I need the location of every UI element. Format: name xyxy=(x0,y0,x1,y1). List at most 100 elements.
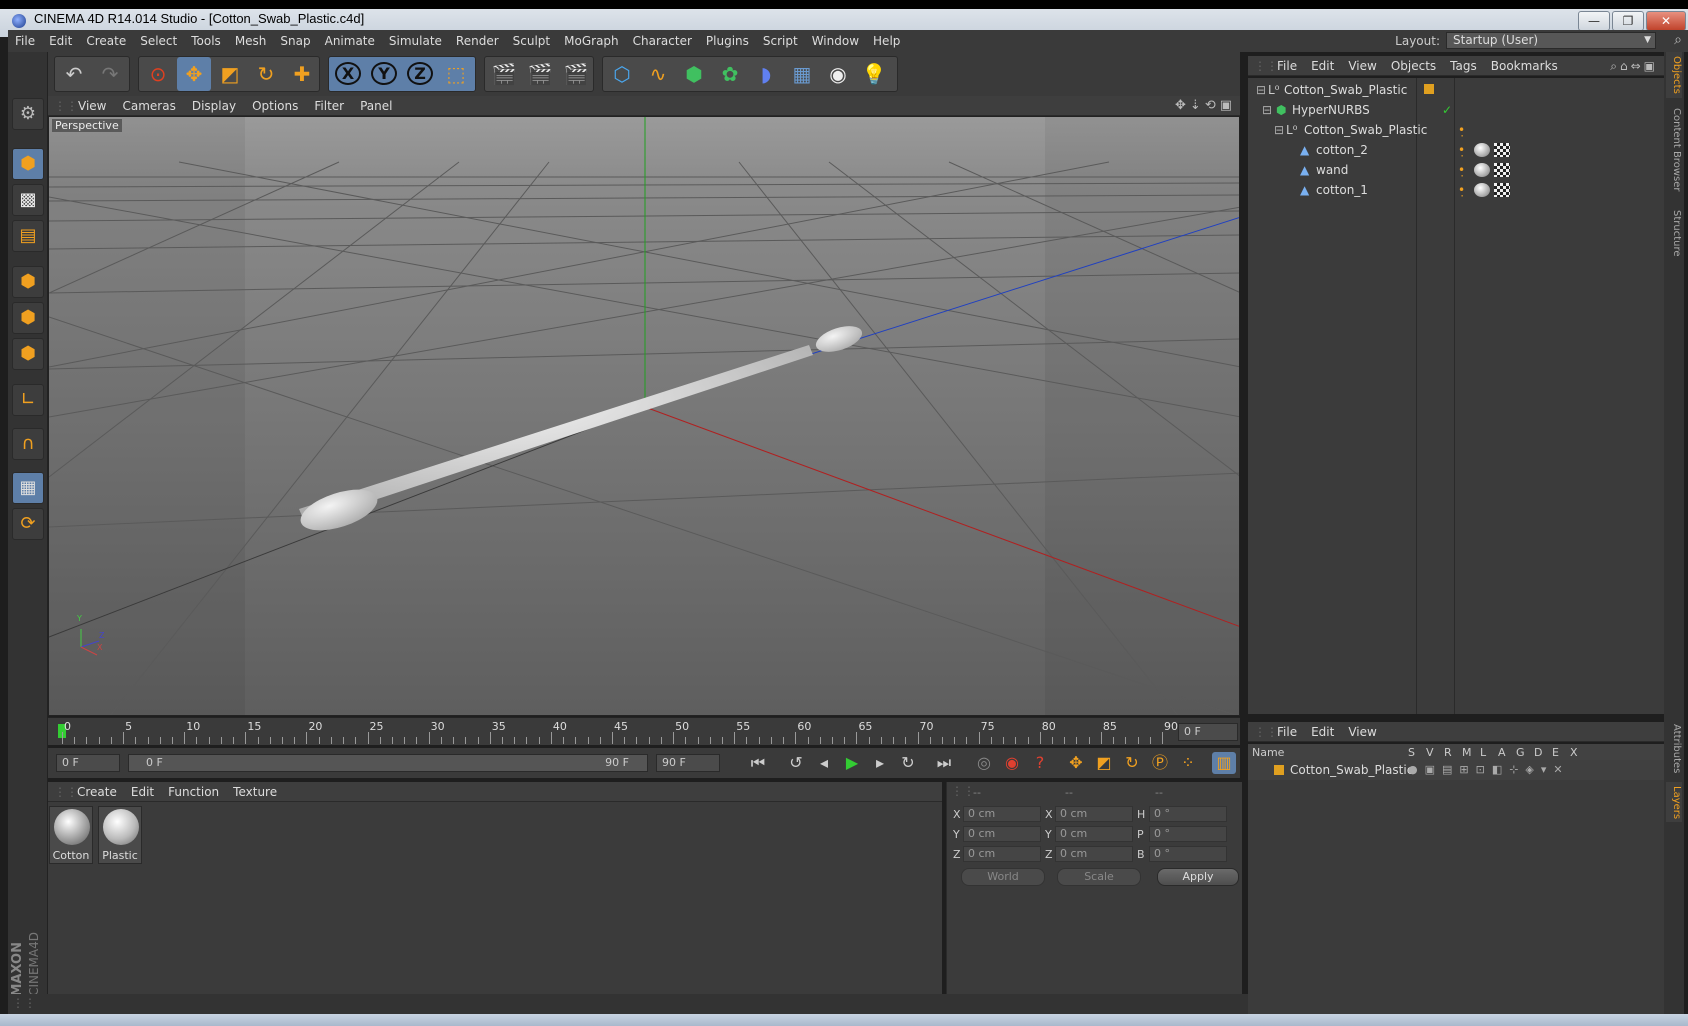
menu-snap[interactable]: Snap xyxy=(273,30,317,52)
size-x-field[interactable]: 0 cm xyxy=(1055,806,1133,822)
render-settings-icon[interactable]: 🎬 xyxy=(559,57,593,91)
model-mode-button[interactable]: ⬢ xyxy=(12,148,44,180)
material-tag-icon[interactable] xyxy=(1474,163,1490,177)
object-menu-file[interactable]: File xyxy=(1270,56,1304,76)
material-menu-edit[interactable]: Edit xyxy=(124,782,161,802)
uvw-tag-icon[interactable] xyxy=(1494,143,1510,157)
key-scale-icon[interactable]: ◩ xyxy=(1092,752,1116,774)
workplane-mode-button[interactable]: ▤ xyxy=(12,220,44,252)
object-menu-edit[interactable]: Edit xyxy=(1304,56,1341,76)
x-axis-lock-button[interactable]: X xyxy=(331,57,365,91)
redo-icon[interactable]: ↷ xyxy=(93,57,127,91)
key-rotation-icon[interactable]: ↻ xyxy=(1120,752,1144,774)
z-axis-lock-button[interactable]: Z xyxy=(403,57,437,91)
keyframe-selection-icon[interactable]: ? xyxy=(1028,752,1052,774)
apply-button[interactable]: Apply xyxy=(1157,868,1239,886)
expand-icon[interactable]: ⊟ xyxy=(1256,80,1266,100)
timeline-ruler[interactable]: 0 5 10 15 20 25 30 35 40 45 50 55 60 65 70 75 80 85 90 0 F xyxy=(48,717,1240,745)
rot-h-field[interactable]: 0 ° xyxy=(1149,806,1227,822)
render-picture-viewer-icon[interactable]: 🎬 xyxy=(523,57,557,91)
key-position-icon[interactable]: ✥ xyxy=(1064,752,1088,774)
rot-b-field[interactable]: 0 ° xyxy=(1149,846,1227,862)
go-to-previous-key-icon[interactable]: ↺ xyxy=(784,752,808,774)
object-menu-view[interactable]: View xyxy=(1341,56,1383,76)
y-axis-lock-button[interactable]: Y xyxy=(367,57,401,91)
viewport-menu-cameras[interactable]: Cameras xyxy=(114,96,183,116)
previous-frame-icon[interactable]: ◂ xyxy=(812,752,836,774)
autokeying-icon[interactable]: ◉ xyxy=(1000,752,1024,774)
menu-sculpt[interactable]: Sculpt xyxy=(506,30,557,52)
layer-flag-icons[interactable]: ●▣▤⊞⊡◧⊹◈▾✕ xyxy=(1408,760,1570,780)
texture-mode-button[interactable]: ▩ xyxy=(12,184,44,216)
end-frame-field[interactable]: 90 F xyxy=(656,754,720,772)
nurbs-icon[interactable]: ⬢ xyxy=(677,57,711,91)
viewport-menu-display[interactable]: Display xyxy=(184,96,244,116)
close-button[interactable]: ✕ xyxy=(1646,11,1686,31)
recent-tool-icon[interactable]: ✚ xyxy=(285,57,319,91)
phong-tag-icon[interactable]: •̣ xyxy=(1458,160,1465,180)
uvw-tag-icon[interactable] xyxy=(1494,163,1510,177)
tab-content-browser[interactable]: Content Browser xyxy=(1666,104,1682,200)
scale-tool-icon[interactable]: ◩ xyxy=(213,57,247,91)
tweak-mode-button[interactable]: ∩ xyxy=(12,428,44,460)
menu-tools[interactable]: Tools xyxy=(184,30,228,52)
timeline-window-icon[interactable]: ▥ xyxy=(1212,752,1236,774)
tab-layers[interactable]: Layers xyxy=(1666,782,1682,822)
menu-window[interactable]: Window xyxy=(805,30,866,52)
restore-button[interactable]: ❐ xyxy=(1612,11,1644,31)
perspective-viewport[interactable]: Perspective Y Z X xyxy=(48,116,1240,716)
snap-workplane-button[interactable]: ▦ xyxy=(12,472,44,504)
camera-icon[interactable]: ◉ xyxy=(821,57,855,91)
object-menu-bookmarks[interactable]: Bookmarks xyxy=(1484,56,1565,76)
menu-create[interactable]: Create xyxy=(79,30,133,52)
cube-primitive-icon[interactable]: ⬡ xyxy=(605,57,639,91)
layer-menu-view[interactable]: View xyxy=(1341,722,1383,742)
locked-workplane-button[interactable]: ⟳ xyxy=(12,508,44,540)
viewport-menu-view[interactable]: View xyxy=(70,96,114,116)
menu-render[interactable]: Render xyxy=(449,30,506,52)
polygons-mode-button[interactable]: ⬢ xyxy=(12,338,44,370)
rotate-tool-icon[interactable]: ↻ xyxy=(249,57,283,91)
tree-row[interactable]: ⊟ L⁰ Cotton_Swab_Plastic •̣ xyxy=(1248,120,1664,140)
uvw-tag-icon[interactable] xyxy=(1494,183,1510,197)
layout-select[interactable]: Startup (User) ▼ xyxy=(1446,32,1656,49)
spline-pen-icon[interactable]: ∿ xyxy=(641,57,675,91)
menu-simulate[interactable]: Simulate xyxy=(382,30,449,52)
menu-select[interactable]: Select xyxy=(133,30,184,52)
tree-row[interactable]: ▲ wand •̣ xyxy=(1248,160,1664,180)
coordinate-system-icon[interactable]: ⬚ xyxy=(439,57,473,91)
frame-range-slider[interactable]: 0 F 90 F xyxy=(128,754,648,772)
make-editable-button[interactable]: ⚙ xyxy=(12,98,44,130)
expand-icon[interactable]: ⊟ xyxy=(1262,100,1272,120)
material-tag-icon[interactable] xyxy=(1474,183,1490,197)
current-frame-field[interactable]: 0 F xyxy=(1178,723,1238,741)
points-mode-button[interactable]: ⬢ xyxy=(12,266,44,298)
object-menu-tags[interactable]: Tags xyxy=(1443,56,1484,76)
material-cotton[interactable]: Cotton xyxy=(49,806,93,864)
menu-mograph[interactable]: MoGraph xyxy=(557,30,626,52)
phong-tag-icon[interactable]: •̣ xyxy=(1458,120,1465,140)
tree-row[interactable]: ⊟ L⁰ Cotton_Swab_Plastic xyxy=(1248,80,1664,100)
coordinate-space-select[interactable]: World xyxy=(961,868,1045,886)
light-icon[interactable]: 💡 xyxy=(857,57,891,91)
material-plastic[interactable]: Plastic xyxy=(98,806,142,864)
tree-row[interactable]: ⊟ ⬢ HyperNURBS ✓ xyxy=(1248,100,1664,120)
deformer-icon[interactable]: ◗ xyxy=(749,57,783,91)
menu-animate[interactable]: Animate xyxy=(318,30,382,52)
object-manager-nav-icons[interactable]: ⌕⌂⇔▣ xyxy=(1610,56,1658,76)
size-z-field[interactable]: 0 cm xyxy=(1055,846,1133,862)
go-to-end-icon[interactable]: ⏭ xyxy=(932,752,956,774)
enabled-check-icon[interactable]: ✓ xyxy=(1442,100,1452,120)
start-frame-field[interactable]: 0 F xyxy=(56,754,120,772)
live-selection-icon[interactable]: ⊙ xyxy=(141,57,175,91)
minimize-button[interactable]: — xyxy=(1578,11,1610,31)
object-menu-objects[interactable]: Objects xyxy=(1384,56,1443,76)
play-forwards-icon[interactable]: ▶ xyxy=(840,752,864,774)
key-pla-icon[interactable]: ⁘ xyxy=(1176,752,1200,774)
menu-mesh[interactable]: Mesh xyxy=(228,30,274,52)
menu-help[interactable]: Help xyxy=(866,30,907,52)
layer-menu-edit[interactable]: Edit xyxy=(1304,722,1341,742)
edges-mode-button[interactable]: ⬢ xyxy=(12,302,44,334)
layer-row[interactable]: Cotton_Swab_Plastic ●▣▤⊞⊡◧⊹◈▾✕ xyxy=(1248,760,1664,780)
layer-menu-file[interactable]: File xyxy=(1270,722,1304,742)
